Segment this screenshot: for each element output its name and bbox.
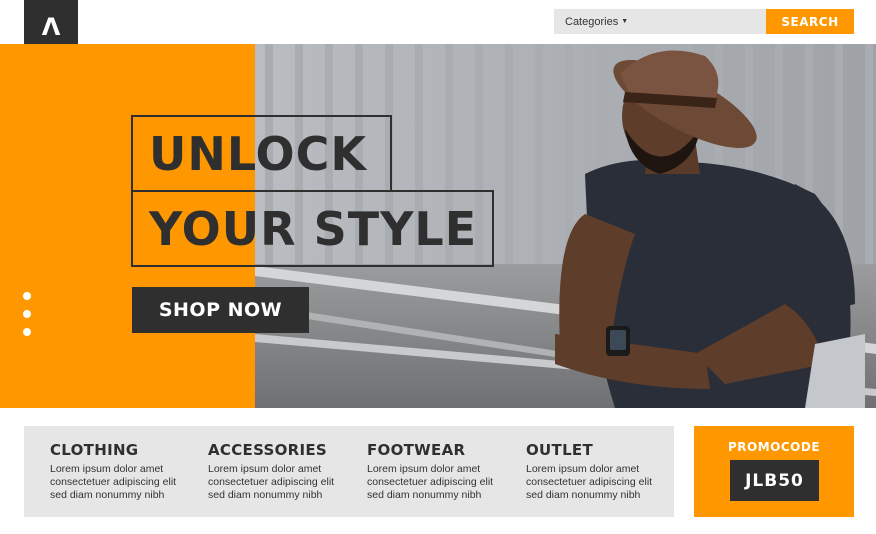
category-desc-line: consectetuer adipiscing elit bbox=[50, 476, 177, 488]
category-desc-line: sed diam nonummy nibh bbox=[50, 489, 165, 501]
categories-dropdown-label: Categories bbox=[565, 15, 619, 28]
category-desc-line: consectetuer adipiscing elit bbox=[526, 476, 653, 488]
promo-panel: PROMOCODE JLB50 bbox=[694, 426, 854, 517]
category-desc-line: sed diam nonummy nibh bbox=[208, 489, 323, 501]
category-desc-line: Lorem ipsum dolor amet bbox=[50, 463, 164, 475]
category-desc-line: consectetuer adipiscing elit bbox=[208, 476, 335, 488]
search-button[interactable]: SEARCH bbox=[766, 9, 854, 34]
category-footwear[interactable]: FOOTWEAR Lorem ipsum dolor amet consecte… bbox=[367, 441, 527, 502]
category-title: OUTLET bbox=[526, 441, 594, 459]
category-desc-line: consectetuer adipiscing elit bbox=[367, 476, 494, 488]
category-strip: CLOTHING Lorem ipsum dolor amet consecte… bbox=[24, 426, 674, 517]
category-desc-line: sed diam nonummy nibh bbox=[526, 489, 641, 501]
category-title: CLOTHING bbox=[50, 441, 139, 459]
category-title: ACCESSORIES bbox=[208, 441, 328, 459]
headline-line-1: UNLOCK bbox=[131, 115, 392, 191]
slide-dot-1[interactable] bbox=[23, 292, 31, 300]
promo-label: PROMOCODE bbox=[727, 440, 821, 454]
category-desc-line: Lorem ipsum dolor amet bbox=[367, 463, 481, 475]
category-desc-line: Lorem ipsum dolor amet bbox=[526, 463, 640, 475]
category-desc-line: Lorem ipsum dolor amet bbox=[208, 463, 322, 475]
categories-dropdown[interactable]: Categories ▼ bbox=[554, 9, 766, 34]
promo-code[interactable]: JLB50 bbox=[730, 460, 819, 501]
category-accessories[interactable]: ACCESSORIES Lorem ipsum dolor amet conse… bbox=[208, 441, 368, 502]
category-desc-line: sed diam nonummy nibh bbox=[367, 489, 482, 501]
search-bar: Categories ▼ SEARCH bbox=[554, 9, 854, 34]
headline-line-2: YOUR STYLE bbox=[131, 190, 494, 267]
slide-dot-3[interactable] bbox=[23, 328, 31, 336]
slide-indicators bbox=[23, 292, 33, 346]
slide-dot-2[interactable] bbox=[23, 310, 31, 318]
category-title: FOOTWEAR bbox=[367, 441, 466, 459]
category-outlet[interactable]: OUTLET Lorem ipsum dolor amet consectetu… bbox=[526, 441, 686, 502]
logo-glyph: Λ bbox=[41, 13, 61, 41]
chevron-down-icon: ▼ bbox=[621, 18, 629, 25]
shop-now-button[interactable]: SHOP NOW bbox=[132, 287, 309, 333]
category-clothing[interactable]: CLOTHING Lorem ipsum dolor amet consecte… bbox=[50, 441, 210, 502]
